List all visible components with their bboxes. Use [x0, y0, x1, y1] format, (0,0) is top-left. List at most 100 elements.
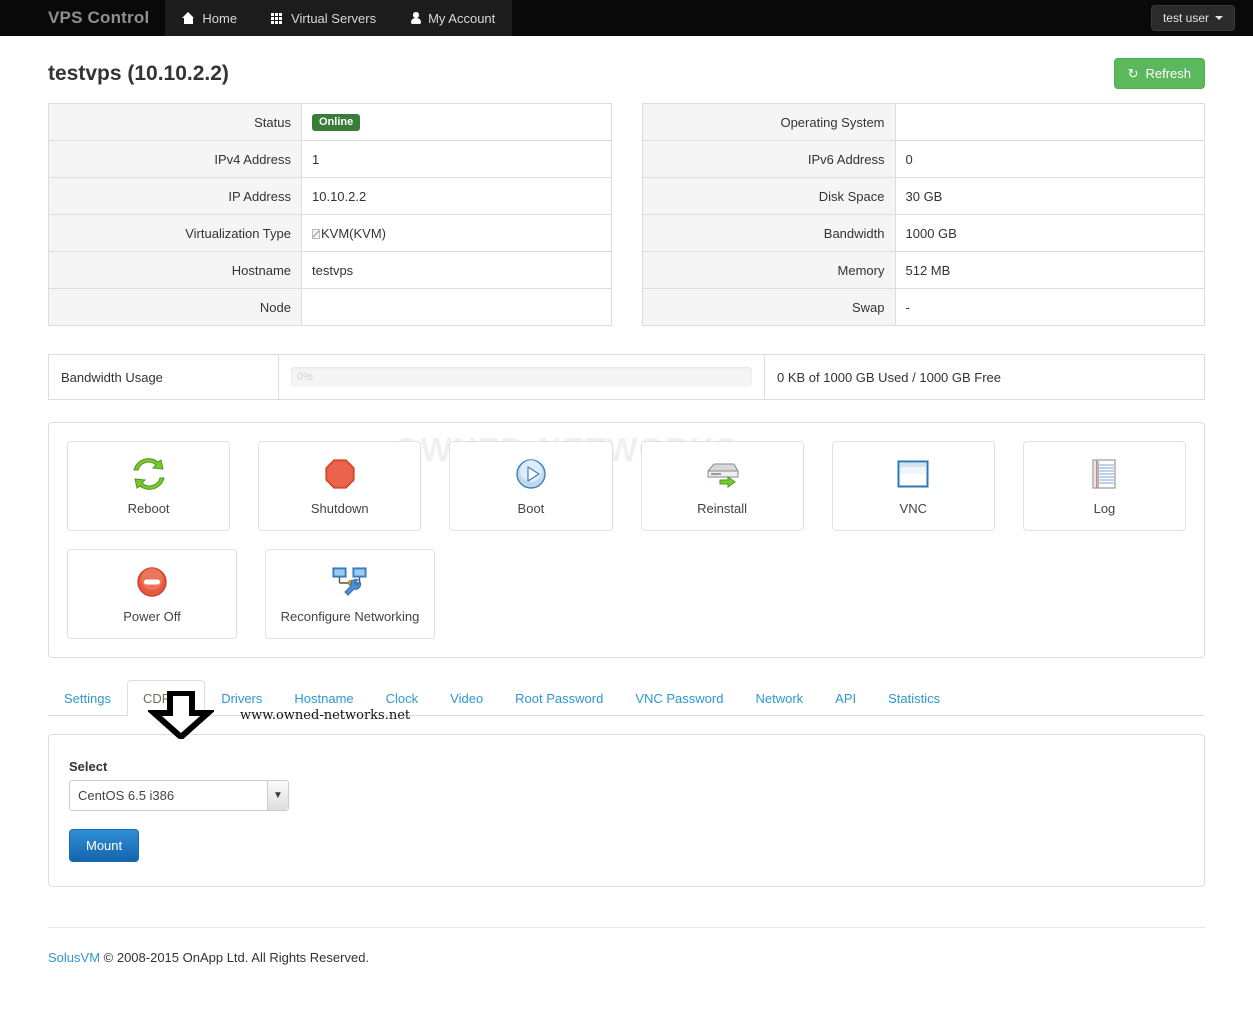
cdrom-select-label: Select: [69, 759, 108, 774]
broken-image-icon: [312, 228, 320, 239]
row-key: IPv6 Address: [642, 140, 896, 178]
tab-video[interactable]: Video: [434, 680, 499, 716]
row-key: IPv4 Address: [48, 140, 302, 178]
row-value: 30 GB: [895, 177, 1205, 215]
row-key: Hostname: [48, 251, 302, 289]
action-reconfigure-networking[interactable]: Reconfigure Networking: [265, 549, 435, 639]
tab-clock[interactable]: Clock: [370, 680, 435, 716]
user-menu-button[interactable]: test user: [1150, 5, 1235, 31]
chevron-down-icon: ▼: [267, 781, 288, 810]
row-value: Online: [301, 103, 611, 141]
info-table-right-wrap: Operating System IPv6 Address 0 Disk Spa…: [641, 103, 1205, 326]
network-wrench-icon: [332, 565, 368, 599]
tab-drivers[interactable]: Drivers: [205, 680, 278, 716]
nav-item-virtual-servers-label: Virtual Servers: [291, 10, 377, 26]
nav-item-home-label: Home: [202, 10, 238, 26]
row-key: Disk Space: [642, 177, 896, 215]
stop-octagon-icon: [324, 457, 356, 491]
action-power-off[interactable]: Power Off: [67, 549, 237, 639]
table-row: IP Address 10.10.2.2: [48, 177, 611, 215]
top-navbar: VPS Control Home Virtual Servers My Acco…: [0, 0, 1253, 36]
table-row: Disk Space 30 GB: [642, 177, 1205, 215]
status-badge: Online: [312, 114, 361, 131]
cdrom-iso-select-value: CentOS 6.5 i386: [78, 788, 175, 803]
refresh-button-label: Refresh: [1145, 66, 1191, 81]
refresh-button[interactable]: ↻ Refresh: [1113, 58, 1205, 89]
row-key: Memory: [642, 251, 896, 289]
chevron-down-icon: [1215, 16, 1223, 20]
bandwidth-usage-bar: Bandwidth Usage 0% 0 KB of 1000 GB Used …: [48, 354, 1205, 400]
action-vnc[interactable]: VNC: [831, 441, 995, 531]
row-value: 10.10.2.2: [301, 177, 611, 215]
solusvm-link[interactable]: SolusVM: [48, 950, 100, 965]
vps-actions-panel: OWNED-NETWORKS Reboot S: [48, 422, 1205, 658]
actions-row-1: Reboot Shutdown Boot Reinstall VNC Log: [67, 441, 1187, 531]
action-boot-label: Boot: [517, 500, 545, 516]
vps-info-table-right: Operating System IPv6 Address 0 Disk Spa…: [641, 103, 1205, 326]
table-row: IPv6 Address 0: [642, 140, 1205, 178]
row-value: 1: [301, 140, 611, 178]
row-value: 1000 GB: [895, 214, 1205, 252]
bandwidth-progress-cell: 0%: [279, 355, 765, 399]
play-circle-icon: [515, 457, 547, 491]
navbar-right-group: test user: [1150, 0, 1253, 36]
action-reboot[interactable]: Reboot: [67, 441, 231, 531]
action-log-label: Log: [1093, 500, 1116, 516]
action-reinstall[interactable]: Reinstall: [640, 441, 804, 531]
bandwidth-progress-text: 0%: [297, 371, 313, 383]
tab-settings[interactable]: Settings: [48, 680, 127, 716]
mount-button[interactable]: Mount: [69, 829, 140, 862]
action-boot[interactable]: Boot: [449, 441, 613, 531]
action-reconfigure-networking-label: Reconfigure Networking: [280, 608, 420, 624]
row-value: 0: [895, 140, 1205, 178]
tab-statistics[interactable]: Statistics: [872, 680, 956, 716]
table-row: Virtualization Type KVM(KVM): [48, 214, 611, 252]
nav-item-my-account[interactable]: My Account: [393, 0, 512, 36]
row-value: [301, 288, 611, 326]
row-key: IP Address: [48, 177, 302, 215]
row-key: Node: [48, 288, 302, 326]
reboot-icon: [132, 457, 166, 491]
action-vnc-label: VNC: [899, 500, 927, 516]
primary-nav: Home Virtual Servers My Account: [165, 0, 513, 36]
settings-tabs: Settings CDRom Drivers Hostname Clock Vi…: [48, 680, 1205, 716]
power-off-icon: [136, 565, 168, 599]
tab-api[interactable]: API: [819, 680, 872, 716]
tab-root-password[interactable]: Root Password: [499, 680, 619, 716]
page-container: testvps (10.10.2.2) ↻ Refresh Status Onl…: [0, 36, 1253, 965]
tab-vnc-password[interactable]: VNC Password: [619, 680, 739, 716]
row-key: Swap: [642, 288, 896, 326]
brand-logo[interactable]: VPS Control: [0, 0, 165, 36]
notebook-icon: [1091, 457, 1117, 491]
table-row: Node: [48, 288, 611, 326]
user-icon: [410, 12, 421, 24]
nav-item-my-account-label: My Account: [428, 10, 496, 26]
user-menu-label: test user: [1162, 11, 1209, 25]
cdrom-tab-panel: Select CentOS 6.5 i386 ▼ Mount: [48, 734, 1205, 887]
tab-hostname[interactable]: Hostname: [278, 680, 369, 716]
table-row: Memory 512 MB: [642, 251, 1205, 289]
actions-row-2: Power Off Reconfigure Networking: [67, 549, 1186, 639]
action-shutdown[interactable]: Shutdown: [258, 441, 422, 531]
action-reboot-label: Reboot: [127, 500, 170, 516]
nav-item-virtual-servers[interactable]: Virtual Servers: [254, 0, 393, 36]
row-value: 512 MB: [895, 251, 1205, 289]
window-icon: [897, 457, 929, 491]
action-shutdown-label: Shutdown: [310, 500, 369, 516]
table-row: Operating System: [642, 103, 1205, 141]
nav-item-home[interactable]: Home: [165, 0, 254, 36]
table-row: Status Online: [48, 103, 611, 141]
action-power-off-label: Power Off: [123, 608, 181, 624]
table-row: Bandwidth 1000 GB: [642, 214, 1205, 252]
row-key: Status: [48, 103, 302, 141]
tab-network[interactable]: Network: [739, 680, 819, 716]
page-footer: SolusVM © 2008-2015 OnApp Ltd. All Right…: [48, 927, 1205, 965]
cdrom-iso-select[interactable]: CentOS 6.5 i386 ▼: [69, 780, 289, 811]
bandwidth-summary-text: 0 KB of 1000 GB Used / 1000 GB Free: [777, 369, 1002, 385]
action-log[interactable]: Log: [1022, 441, 1187, 531]
grid-icon: [271, 12, 284, 24]
row-key: Operating System: [642, 103, 896, 141]
navbar-left-group: VPS Control Home Virtual Servers My Acco…: [0, 0, 513, 36]
tab-cdrom[interactable]: CDRom: [126, 680, 206, 716]
footer-copyright-text: © 2008-2015 OnApp Ltd. All Rights Reserv…: [100, 950, 370, 965]
